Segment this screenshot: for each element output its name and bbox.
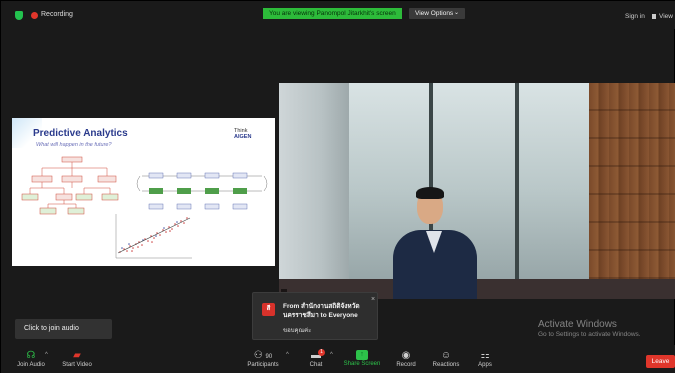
video-window-frame xyxy=(515,83,519,299)
chat-from-text: From สำนักงานสถิติจังหวัดนครราชสีมา to E… xyxy=(283,303,360,319)
reactions-label: Reactions xyxy=(432,362,460,368)
video-off-icon: ▰ xyxy=(73,350,81,361)
view-options-label: View Options xyxy=(415,10,454,17)
apps-label: Apps xyxy=(478,362,492,368)
sign-in-link[interactable]: Sign in xyxy=(625,13,645,20)
record-label: Record xyxy=(396,362,416,368)
chat-sender-avatar: สี xyxy=(262,303,275,316)
scatter-points-blue xyxy=(121,221,178,249)
speaker-hair xyxy=(416,187,444,199)
chat-badge: 1 xyxy=(318,349,325,356)
video-wood-wall-lines xyxy=(589,83,675,299)
top-bar: Recording You are viewing Panompol Jitar… xyxy=(1,1,675,29)
chat-notification[interactable]: สี From สำนักงานสถิติจังหวัดนครราชสีมา t… xyxy=(252,292,378,340)
share-screen-icon: ↑ xyxy=(356,350,368,360)
speaker-video[interactable] xyxy=(279,83,675,299)
chevron-down-icon: ⌄ xyxy=(453,10,459,16)
view-options-button[interactable]: View Options ⌄ xyxy=(409,8,465,19)
headphones-icon: ☊ xyxy=(26,350,36,361)
recording-label[interactable]: Recording xyxy=(41,11,73,18)
video-wall-left xyxy=(279,83,349,299)
shared-screen: Predictive Analytics What will happen in… xyxy=(12,118,275,266)
participants-icon: ⚇ 90 xyxy=(253,350,273,361)
record-icon: ◉ xyxy=(401,350,411,361)
share-screen-button[interactable]: ↑ Share Screen xyxy=(342,345,382,373)
view-button[interactable]: View xyxy=(652,13,673,20)
participants-count: 90 xyxy=(265,354,273,360)
chat-label: Chat xyxy=(309,362,323,368)
activate-windows-subtitle: Go to Settings to activate Windows. xyxy=(538,331,641,338)
chat-icon: ▬ xyxy=(311,350,321,361)
participants-button[interactable]: ⚇ 90 Participants xyxy=(243,345,283,373)
close-icon[interactable]: × xyxy=(371,296,375,303)
join-audio-label: Join Audio xyxy=(17,362,45,368)
start-video-label: Start Video xyxy=(62,362,92,368)
regression-line xyxy=(117,217,191,254)
slide-diagrams xyxy=(21,156,268,259)
leave-button[interactable]: Leave xyxy=(646,355,675,368)
viewing-banner: You are viewing Panompol Jitarkhit's scr… xyxy=(263,8,402,19)
regression-scatter-plot xyxy=(115,214,192,259)
apps-icon: ⚏ xyxy=(480,350,490,361)
decision-tree-nodes xyxy=(21,156,119,215)
join-audio-tooltip: Click to join audio xyxy=(15,319,112,339)
recording-dot-icon xyxy=(31,12,38,19)
participants-label: Participants xyxy=(247,362,279,368)
reactions-button[interactable]: ☺ Reactions xyxy=(429,345,463,373)
participants-caret-icon[interactable]: ^ xyxy=(286,352,289,358)
decision-tree-diagram xyxy=(29,162,111,208)
chat-message: ขอบคุณค่ะ xyxy=(283,328,312,334)
chat-button[interactable]: ▬ Chat 1 xyxy=(303,345,329,373)
apps-button[interactable]: ⚏ Apps xyxy=(473,345,497,373)
shield-icon[interactable] xyxy=(15,11,23,20)
activate-windows-title: Activate Windows xyxy=(538,319,617,330)
start-video-button[interactable]: ▰ Start Video xyxy=(59,345,95,373)
meeting-toolbar: ☊ Join Audio ^ ▰ Start Video ⚇ 90 Partic… xyxy=(1,345,675,373)
record-button[interactable]: ◉ Record xyxy=(393,345,419,373)
chat-caret-icon[interactable]: ^ xyxy=(330,352,333,358)
join-audio-button[interactable]: ☊ Join Audio xyxy=(13,345,49,373)
share-screen-label: Share Screen xyxy=(343,361,381,367)
zoom-window: Recording You are viewing Panompol Jitar… xyxy=(0,0,675,373)
audio-options-caret-icon[interactable]: ^ xyxy=(45,352,48,358)
reactions-icon: ☺ xyxy=(440,350,452,361)
